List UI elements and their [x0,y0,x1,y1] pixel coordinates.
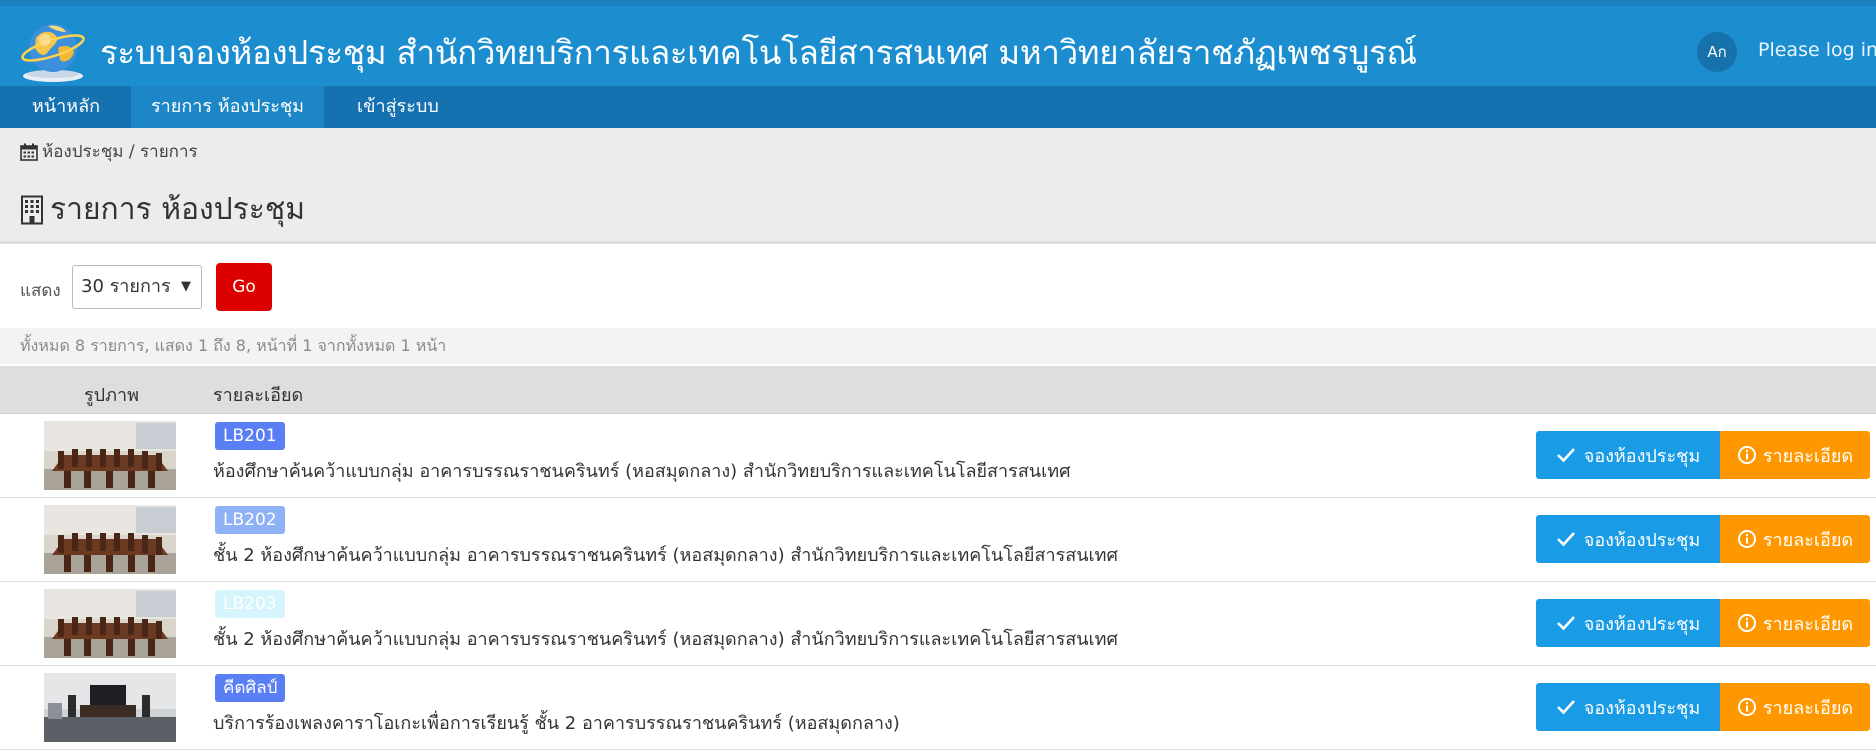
check-icon [1556,531,1576,547]
book-room-button[interactable]: จองห้องประชุม [1536,683,1720,731]
breadcrumb-text[interactable]: ห้องประชุม / รายการ [42,138,198,165]
room-thumbnail [44,505,176,574]
room-description: ห้องศึกษาค้นคว้าแบบกลุ่ม อาคารบรรณราชนคร… [213,461,1071,482]
language-icon[interactable]: Aก [1697,32,1737,72]
column-header-detail: รายละเอียด [213,385,304,406]
nav-room-list[interactable]: รายการ ห้องประชุม [131,86,325,128]
room-description: บริการร้องเพลงคาราโอเกะเพื่อการเรียนรู้ … [213,713,900,734]
room-detail-button[interactable]: รายละเอียด [1720,515,1870,563]
room-detail-button[interactable]: รายละเอียด [1720,599,1870,647]
app-title: ระบบจองห้องประชุม สำนักวิทยบริการและเทคโ… [100,33,1417,72]
per-page-value: 30 รายการ [81,276,171,297]
room-thumbnail [44,589,176,658]
book-room-button[interactable]: จองห้องประชุม [1536,599,1720,647]
per-page-select[interactable]: 30 รายการ ▼ [72,265,202,309]
book-room-label: จองห้องประชุม [1583,613,1701,635]
check-icon [1556,447,1576,463]
room-description: ชั้น 2 ห้องศึกษาค้นคว้าแบบกลุ่ม อาคารบรร… [213,629,1118,650]
nav-home[interactable]: หน้าหลัก [12,86,120,128]
table-row: LB201 ห้องศึกษาค้นคว้าแบบกลุ่ม อาคารบรรณ… [0,414,1876,498]
top-header: ระบบจองห้องประชุม สำนักวิทยบริการและเทคโ… [0,0,1876,86]
check-icon [1556,699,1576,715]
room-detail-button[interactable]: รายละเอียด [1720,683,1870,731]
chevron-down-icon: ▼ [181,279,191,294]
per-page-label: แสดง [20,281,61,301]
result-summary: ทั้งหมด 8 รายการ, แสดง 1 ถึง 8, หน้าที่ … [0,328,1876,364]
room-detail-button[interactable]: รายละเอียด [1720,431,1870,479]
book-room-button[interactable]: จองห้องประชุม [1536,515,1720,563]
room-detail-label: รายละเอียด [1762,445,1854,467]
info-icon [1737,613,1757,633]
room-thumbnail [44,421,176,490]
book-room-label: จองห้องประชุม [1583,445,1701,467]
room-code-badge: LB201 [215,422,285,450]
calendar-icon [20,143,38,161]
main-nav: หน้าหลัก รายการ ห้องประชุม เข้าสู่ระบบ [0,86,1876,128]
room-detail-label: รายละเอียด [1762,529,1854,551]
column-header-image: รูปภาพ [84,385,139,406]
info-icon [1737,529,1757,549]
info-icon [1737,445,1757,465]
go-button[interactable]: Go [216,263,272,311]
table-header: รูปภาพ รายละเอียด [0,366,1876,414]
nav-login[interactable]: เข้าสู่ระบบ [337,86,459,128]
book-room-button[interactable]: จองห้องประชุม [1536,431,1720,479]
page-title: รายการ ห้องประชุม [20,186,305,233]
info-icon [1737,697,1757,717]
check-icon [1556,615,1576,631]
book-room-label: จองห้องประชุม [1583,697,1701,719]
table-row: คีตศิลป์ บริการร้องเพลงคาราโอเกะเพื่อการ… [0,666,1876,750]
room-detail-label: รายละเอียด [1762,697,1854,719]
room-code-badge: คีตศิลป์ [215,674,286,702]
room-description: ชั้น 2 ห้องศึกษาค้นคว้าแบบกลุ่ม อาคารบรร… [213,545,1118,566]
room-detail-label: รายละเอียด [1762,613,1854,635]
page-title-text: รายการ ห้องประชุม [50,192,306,227]
page-header-band: ห้องประชุม / รายการ รายการ ห้องประชุม [0,128,1876,244]
table-row: LB203 ชั้น 2 ห้องศึกษาค้นคว้าแบบกลุ่ม อา… [0,582,1876,666]
building-icon [20,195,44,225]
login-link[interactable]: Please log in [1758,39,1876,61]
table-row: LB202 ชั้น 2 ห้องศึกษาค้นคว้าแบบกลุ่ม อา… [0,498,1876,582]
room-code-badge: LB202 [215,506,285,534]
room-thumbnail [44,673,176,742]
book-room-label: จองห้องประชุม [1583,529,1701,551]
room-code-badge: LB203 [215,590,285,618]
globe-logo-icon [18,18,88,84]
breadcrumb: ห้องประชุม / รายการ [20,138,198,165]
